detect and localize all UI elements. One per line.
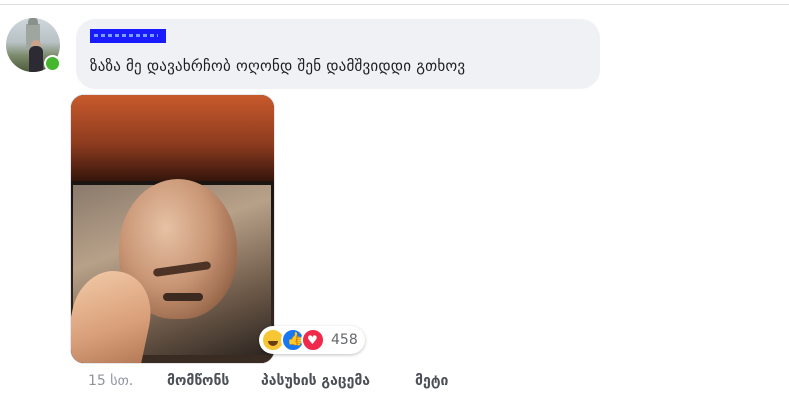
reactions-summary[interactable]: 👍 ♥ 458 — [259, 326, 365, 354]
comment-photo[interactable] — [70, 94, 275, 364]
reaction-count: 458 — [331, 332, 358, 348]
avatar[interactable] — [6, 18, 61, 72]
divider — [0, 4, 789, 5]
reply-button[interactable]: პასუხის გაცემა — [261, 373, 370, 389]
comment-timestamp[interactable]: 15 სთ. — [88, 373, 133, 389]
love-icon: ♥ — [301, 328, 325, 352]
comment-bubble: ზაზა მე დავახრჩობ ოღონდ შენ დამშვიდდი გთ… — [76, 19, 600, 89]
comment-text: ზაზა მე დავახრჩობ ოღონდ შენ დამშვიდდი გთ… — [90, 57, 466, 75]
more-button[interactable]: მეტი — [415, 373, 448, 389]
online-status-icon — [44, 55, 61, 72]
like-button[interactable]: მომწონს — [167, 373, 229, 389]
author-name-link[interactable] — [90, 29, 166, 43]
